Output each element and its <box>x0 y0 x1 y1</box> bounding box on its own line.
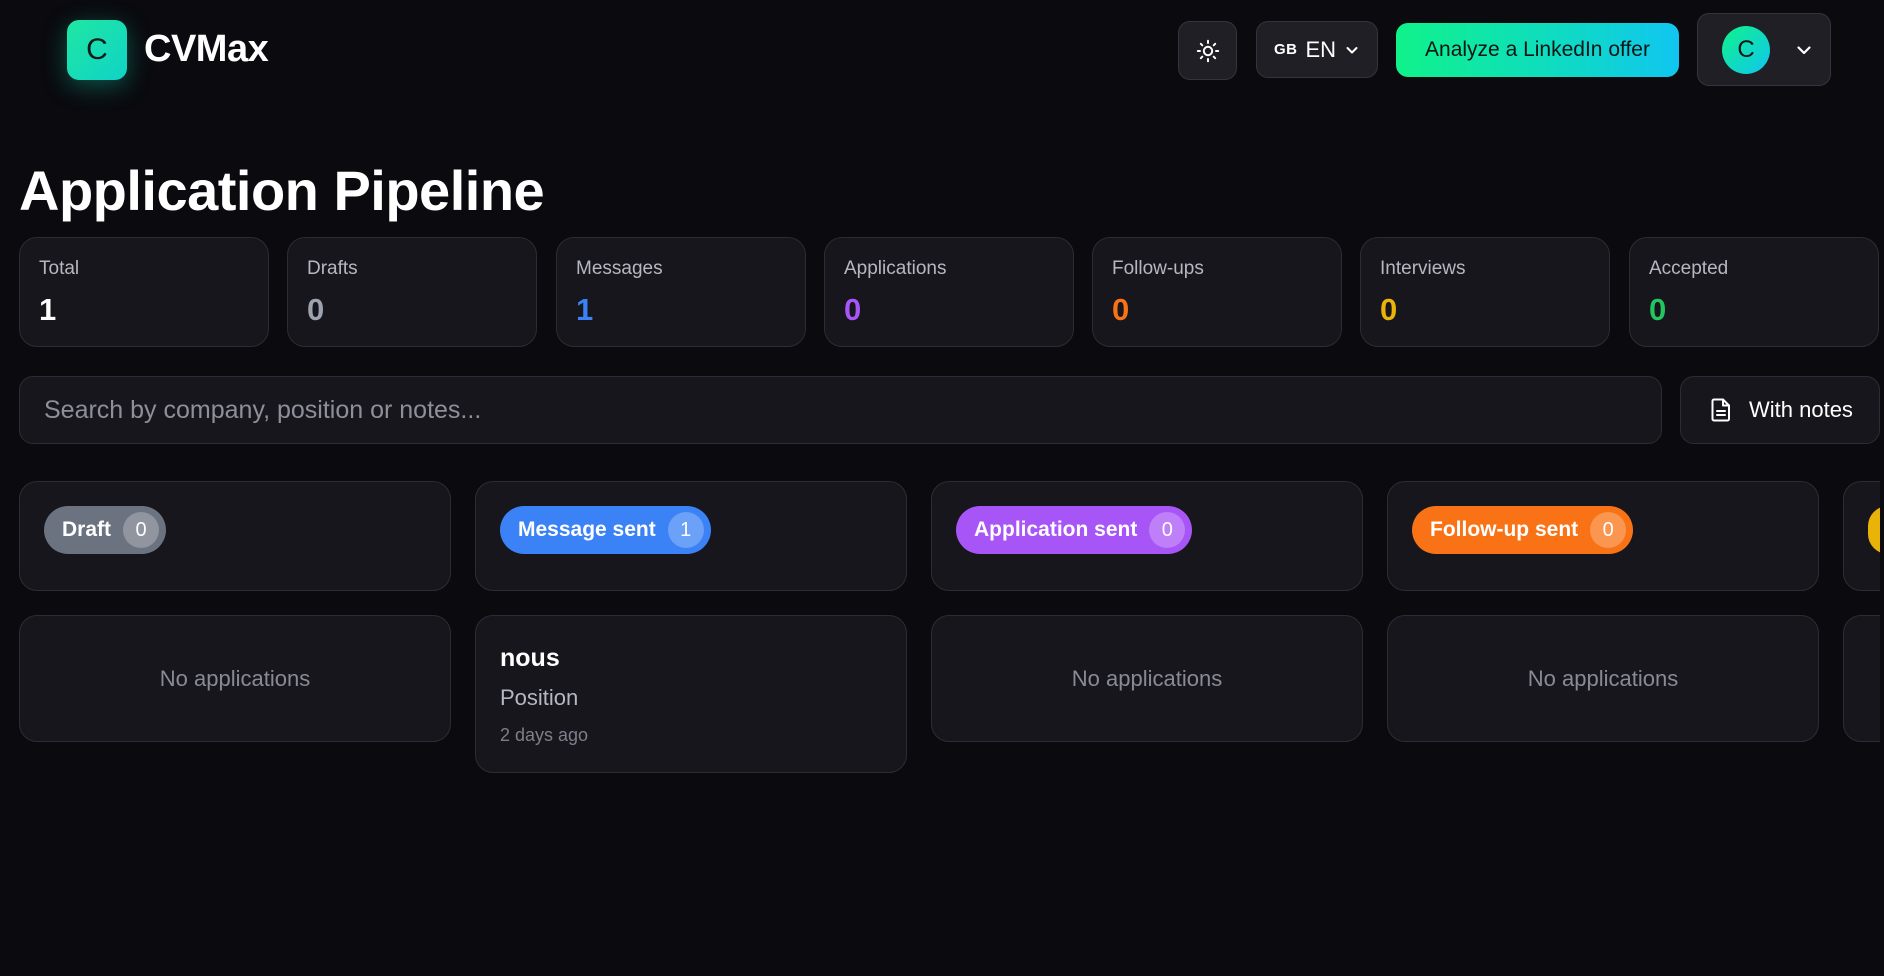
column-header-follow-up-sent: Follow-up sent 0 <box>1387 481 1819 591</box>
app-name[interactable]: CVMax <box>144 28 269 71</box>
stat-label: Accepted <box>1649 258 1729 279</box>
stat-card-applications: Applications 0 <box>824 237 1074 347</box>
avatar: C <box>1722 25 1770 74</box>
stat-label: Interviews <box>1380 258 1466 279</box>
stat-card-total: Total 1 <box>19 237 269 347</box>
empty-state-text: No applications <box>1071 665 1223 691</box>
user-menu-button[interactable]: C <box>1697 13 1831 86</box>
column-body-draft: No applications <box>19 615 451 742</box>
stat-card-interviews: Interviews 0 <box>1360 237 1610 347</box>
column-header-application-sent: Application sent 0 <box>931 481 1363 591</box>
stat-card-follow-ups: Follow-ups 0 <box>1092 237 1342 347</box>
status-label: Draft <box>62 518 112 541</box>
column-header-partial <box>1843 481 1880 591</box>
flag-label: GB <box>1273 41 1298 58</box>
status-label: Follow-up sent <box>1430 518 1579 541</box>
column-body-application-sent: No applications <box>931 615 1363 742</box>
language-code: EN <box>1305 36 1337 62</box>
with-notes-filter-button[interactable]: With notes <box>1680 376 1880 444</box>
app-logo[interactable]: C <box>67 20 127 80</box>
stat-label: Follow-ups <box>1112 258 1204 279</box>
stat-value: 1 <box>576 292 594 327</box>
status-count: 1 <box>667 512 704 548</box>
language-selector[interactable]: GB EN <box>1256 21 1378 78</box>
top-header: C CVMax GB EN Analyze a LinkedIn offer C <box>0 0 1880 100</box>
document-icon <box>1711 398 1730 422</box>
page-title: Application Pipeline <box>19 159 545 222</box>
status-label: Message sent <box>518 518 656 541</box>
application-card[interactable]: nous Position 2 days ago <box>475 615 907 773</box>
status-badge-partial[interactable] <box>1868 506 1880 554</box>
search-input[interactable] <box>19 376 1662 444</box>
column-header-draft: Draft 0 <box>19 481 451 591</box>
stat-card-messages: Messages 1 <box>556 237 806 347</box>
stat-label: Total <box>39 258 80 279</box>
status-count: 0 <box>123 512 160 548</box>
analyze-linkedin-offer-button[interactable]: Analyze a LinkedIn offer <box>1396 23 1679 77</box>
stat-value: 0 <box>307 292 325 327</box>
chevron-down-icon <box>1346 46 1358 53</box>
card-position: Position <box>500 685 579 710</box>
stat-value: 1 <box>39 292 57 327</box>
stat-value: 0 <box>1112 292 1130 327</box>
empty-state-text: No applications <box>159 665 311 691</box>
empty-state-text: No applications <box>1527 665 1679 691</box>
status-badge-application-sent[interactable]: Application sent 0 <box>956 506 1193 554</box>
stat-value: 0 <box>1649 292 1667 327</box>
card-timestamp: 2 days ago <box>500 725 589 745</box>
column-header-message-sent: Message sent 1 <box>475 481 907 591</box>
status-label: Application sent <box>974 518 1138 541</box>
status-count: 0 <box>1149 512 1186 548</box>
status-badge-follow-up-sent[interactable]: Follow-up sent 0 <box>1412 506 1634 554</box>
card-company: nous <box>500 644 560 672</box>
stat-label: Drafts <box>307 258 358 279</box>
status-badge-draft[interactable]: Draft 0 <box>44 506 167 554</box>
column-body-follow-up-sent: No applications <box>1387 615 1819 742</box>
column-body-partial <box>1843 615 1880 742</box>
status-count: 0 <box>1590 512 1627 548</box>
status-badge-message-sent[interactable]: Message sent 1 <box>500 506 711 554</box>
sun-icon <box>1196 39 1219 62</box>
stat-card-accepted: Accepted 0 <box>1629 237 1879 347</box>
with-notes-label: With notes <box>1749 397 1853 422</box>
stat-value: 0 <box>844 292 862 327</box>
stat-value: 0 <box>1380 292 1398 327</box>
stat-label: Applications <box>844 258 947 279</box>
theme-toggle-button[interactable] <box>1178 21 1237 80</box>
chevron-down-icon <box>1797 45 1811 54</box>
logo-letter: C <box>86 33 108 66</box>
stats-row: Total 1 Drafts 0 Messages 1 Applications… <box>19 237 1879 347</box>
stat-card-drafts: Drafts 0 <box>287 237 537 347</box>
stat-label: Messages <box>576 258 663 279</box>
